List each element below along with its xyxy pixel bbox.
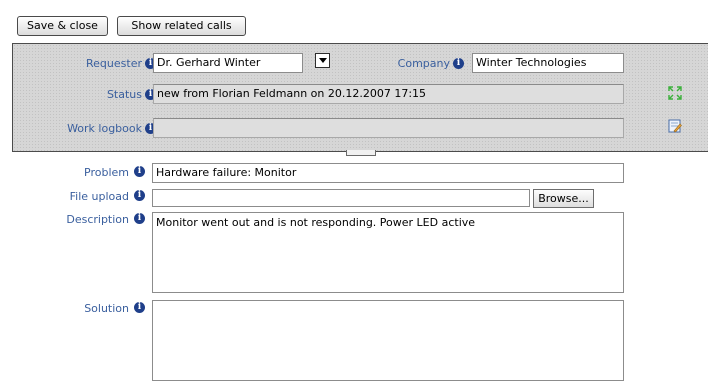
work-logbook-label: Work logbook: [67, 122, 142, 135]
description-info-icon[interactable]: i: [134, 213, 145, 224]
file-upload-field[interactable]: [152, 189, 530, 207]
expand-icon[interactable]: [668, 86, 682, 100]
save-close-button[interactable]: Save & close: [17, 16, 108, 36]
edit-logbook-icon[interactable]: [668, 119, 682, 133]
problem-field[interactable]: Hardware failure: Monitor: [152, 163, 624, 183]
file-upload-label: File upload: [69, 190, 129, 203]
solution-info-icon[interactable]: i: [134, 302, 145, 313]
file-upload-info-icon[interactable]: i: [134, 190, 145, 201]
company-info-icon[interactable]: i: [453, 58, 464, 69]
status-field: new from Florian Feldmann on 20.12.2007 …: [153, 84, 624, 104]
problem-label: Problem: [84, 166, 129, 179]
requester-field[interactable]: Dr. Gerhard Winter: [153, 53, 303, 73]
status-label: Status: [106, 88, 142, 101]
description-textarea[interactable]: Monitor went out and is not responding. …: [152, 212, 624, 293]
company-label: Company: [397, 57, 450, 70]
company-field[interactable]: Winter Technologies: [472, 53, 624, 73]
requester-dropdown-button[interactable]: [315, 53, 330, 68]
requester-label: Requester: [86, 57, 142, 70]
browse-button[interactable]: Browse...: [533, 189, 594, 208]
show-related-calls-button[interactable]: Show related calls: [117, 16, 246, 36]
solution-textarea[interactable]: [152, 300, 624, 381]
problem-info-icon[interactable]: i: [134, 166, 145, 177]
panel-collapse-handle[interactable]: [346, 150, 376, 156]
description-label: Description: [66, 213, 129, 226]
work-logbook-field[interactable]: [153, 118, 624, 138]
solution-label: Solution: [84, 302, 129, 315]
